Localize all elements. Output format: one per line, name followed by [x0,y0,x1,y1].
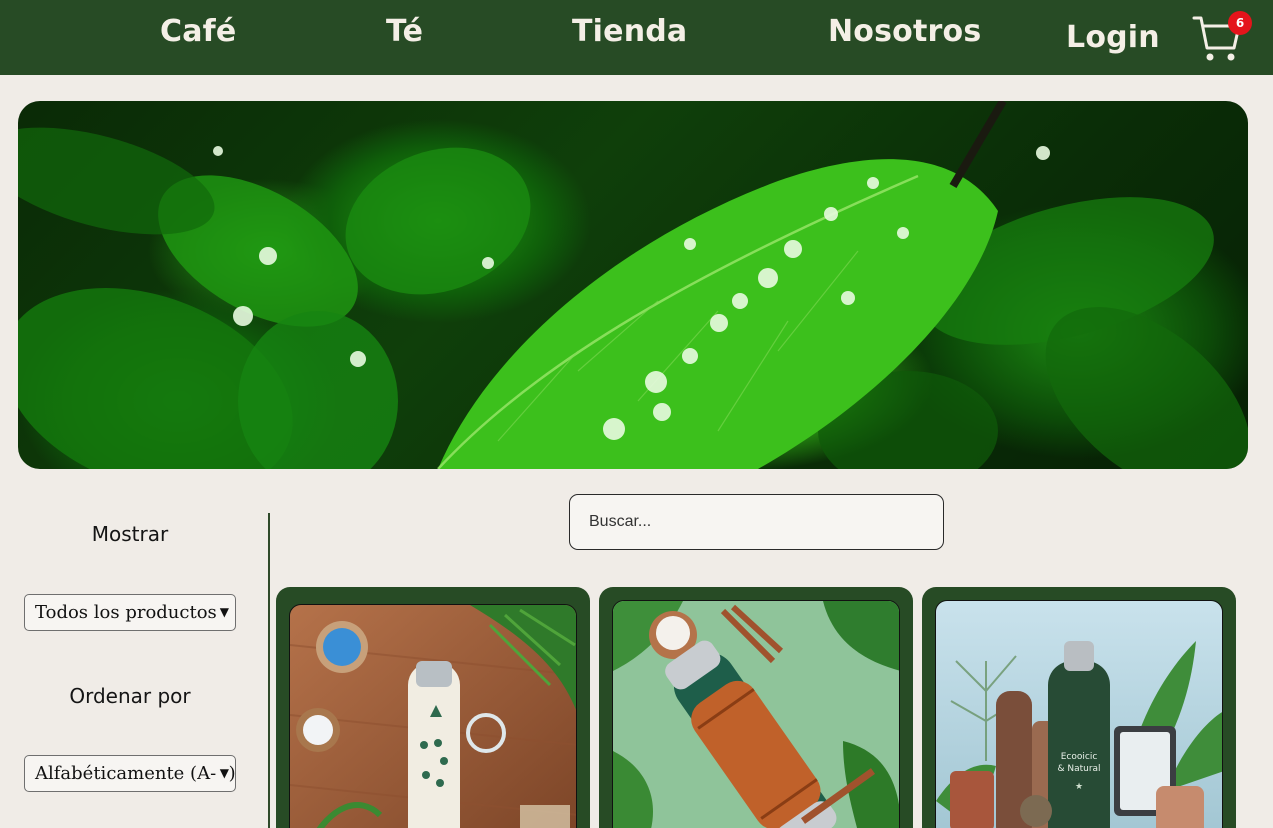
sidebar-divider [268,513,270,828]
bottle-label-line2: & Natural [1057,764,1100,774]
chevron-down-icon: ▼ [215,756,229,791]
bottle-label-line1: Ecooicic [1061,752,1098,762]
sort-order-select-value: Alfabéticamente (A-Z) [35,763,236,784]
product-image[interactable] [612,600,900,828]
product-card[interactable]: Ecooicic & Natural ★ [922,587,1236,828]
search-input[interactable] [569,494,944,550]
product-image[interactable]: Ecooicic & Natural ★ [935,600,1223,828]
cart-count-badge: 6 [1228,11,1252,35]
hero-banner-image [18,101,1248,469]
nav-link-tienda[interactable]: Tienda [572,14,687,49]
product-card[interactable] [599,587,913,828]
nav-link-login[interactable]: Login [1066,20,1160,55]
sort-order-select[interactable]: Alfabéticamente (A-Z) ▼ [24,755,236,792]
svg-text:★: ★ [1075,782,1083,792]
product-image[interactable] [289,604,577,828]
show-products-select[interactable]: Todos los productos ▼ [24,594,236,631]
product-card[interactable] [276,587,590,828]
show-filter-label: Mostrar [91,522,169,546]
show-products-select-value: Todos los productos [35,602,217,623]
top-navigation: Café Té Tienda Nosotros Login 6 [0,0,1273,75]
chevron-down-icon: ▼ [215,595,229,630]
nav-link-te[interactable]: Té [386,14,423,49]
sort-label: Ordenar por [69,684,191,708]
nav-link-cafe[interactable]: Café [160,14,236,49]
nav-link-nosotros[interactable]: Nosotros [828,14,981,49]
